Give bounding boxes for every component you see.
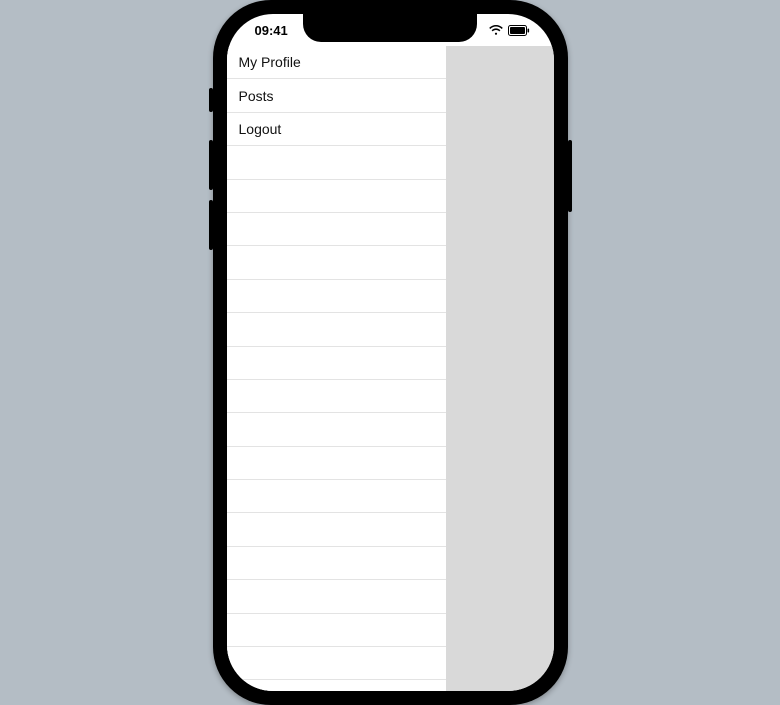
drawer-empty-row: [227, 647, 446, 680]
status-time: 09:41: [255, 23, 288, 38]
volume-down-button[interactable]: [209, 200, 213, 250]
drawer-empty-row: [227, 447, 446, 480]
drawer-item-label: My Profile: [239, 54, 301, 70]
screen: 09:41 My Profile Posts Logout: [227, 14, 554, 691]
drawer-empty-row: [227, 180, 446, 213]
drawer-empty-row: [227, 347, 446, 380]
drawer-empty-row: [227, 246, 446, 279]
drawer-item[interactable]: Logout: [227, 113, 446, 146]
drawer-item-label: Logout: [239, 121, 282, 137]
volume-up-button[interactable]: [209, 140, 213, 190]
side-drawer: My Profile Posts Logout: [227, 46, 446, 691]
drawer-empty-row: [227, 580, 446, 613]
drawer-item[interactable]: Posts: [227, 79, 446, 112]
drawer-empty-row: [227, 513, 446, 546]
power-button[interactable]: [568, 140, 572, 212]
drawer-empty-row: [227, 480, 446, 513]
status-indicators: [488, 25, 530, 36]
drawer-empty-row: [227, 547, 446, 580]
notch: [303, 14, 477, 42]
drawer-empty-row: [227, 313, 446, 346]
drawer-empty-row: [227, 280, 446, 313]
drawer-empty-row: [227, 614, 446, 647]
drawer-empty-row: [227, 380, 446, 413]
drawer-empty-row: [227, 413, 446, 446]
drawer-item-label: Posts: [239, 88, 274, 104]
phone-frame: 09:41 My Profile Posts Logout: [213, 0, 568, 705]
main-content-dimmed[interactable]: My Profile Posts Logout: [227, 46, 554, 691]
drawer-item[interactable]: My Profile: [227, 46, 446, 79]
mute-switch[interactable]: [209, 88, 213, 112]
wifi-icon: [488, 25, 504, 36]
drawer-empty-row: [227, 146, 446, 179]
drawer-empty-row: [227, 213, 446, 246]
battery-icon: [508, 25, 530, 36]
